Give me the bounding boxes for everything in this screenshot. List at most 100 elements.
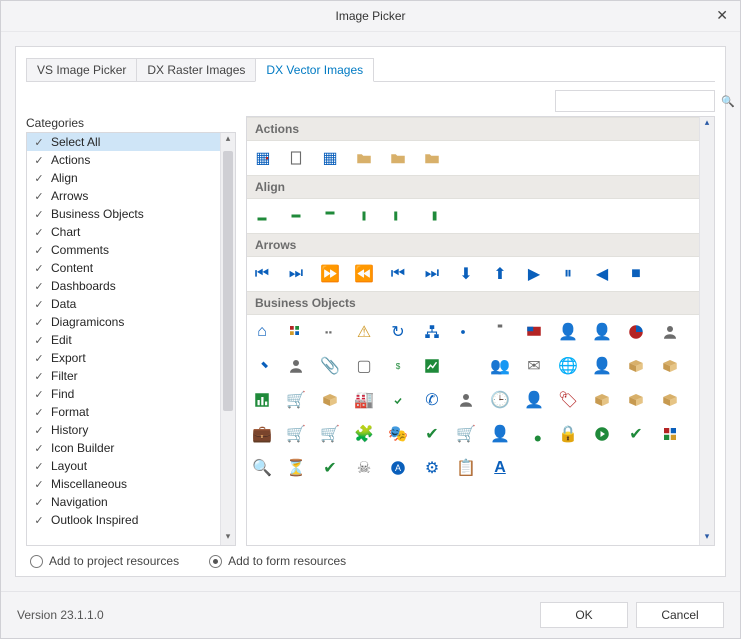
gallery-scrollbar[interactable]: ▴ ▾ [699, 117, 714, 545]
category-item[interactable]: ✓History [27, 421, 221, 439]
close-button[interactable]: ✕ [716, 7, 728, 24]
edit-note-icon[interactable] [251, 355, 273, 377]
category-item[interactable]: ✓Chart [27, 223, 221, 241]
pie-icon[interactable] [625, 321, 647, 343]
home-icon[interactable]: ⌂ [251, 321, 273, 343]
mail-icon[interactable]: ✉ [523, 355, 545, 377]
clipboard-icon[interactable] [489, 321, 511, 343]
tab-dx-vector-images[interactable]: DX Vector Images [255, 58, 374, 82]
align-middle-icon[interactable] [285, 205, 307, 227]
user-gold-icon[interactable]: 👤 [523, 389, 545, 411]
tab-dx-raster-images[interactable]: DX Raster Images [136, 58, 256, 81]
phone-icon[interactable]: ✆ [421, 389, 443, 411]
folder-add-icon[interactable] [387, 147, 409, 169]
chart-up-icon[interactable] [421, 355, 443, 377]
category-item[interactable]: ✓Data [27, 295, 221, 313]
globe-check-icon[interactable]: ✔ [421, 423, 443, 445]
play-circle-icon[interactable] [591, 423, 613, 445]
search-box[interactable]: 🔍 [555, 90, 715, 112]
scroll-up-icon[interactable]: ▴ [221, 133, 235, 147]
category-item[interactable]: ✓Arrows [27, 187, 221, 205]
pause-icon[interactable]: ⏸ [557, 263, 579, 285]
grid-RGB-icon[interactable] [659, 423, 681, 445]
warning-icon[interactable]: ⚠ [353, 321, 375, 343]
mask-icon[interactable]: 🎭 [387, 423, 409, 445]
briefcase-icon[interactable]: 💼 [251, 423, 273, 445]
category-item[interactable]: ✓Outlook Inspired [27, 511, 221, 529]
category-item[interactable]: ✓Layout [27, 457, 221, 475]
search-icon[interactable]: 🔍 [721, 95, 735, 108]
funnel-icon[interactable]: ⏳ [285, 457, 307, 479]
clipboard-lines-icon[interactable] [455, 355, 477, 377]
category-item[interactable]: ✓Diagramicons [27, 313, 221, 331]
grid-colors-icon[interactable] [285, 321, 307, 343]
clipboard-tick-icon[interactable]: 📋 [455, 457, 477, 479]
cart-ok-icon[interactable]: 🛒 [455, 423, 477, 445]
grid-icon[interactable]: ▦ [319, 147, 341, 169]
search-input[interactable] [562, 93, 721, 109]
money-icon[interactable]: $ [387, 355, 409, 377]
folder-open-icon[interactable] [353, 147, 375, 169]
group-header[interactable]: Arrows [247, 233, 700, 257]
category-item[interactable]: ✓Comments [27, 241, 221, 259]
category-item[interactable]: ✓Find [27, 385, 221, 403]
tag-icon[interactable]: 🏷 [557, 389, 579, 411]
category-item[interactable]: ✓Export [27, 349, 221, 367]
category-item[interactable]: ✓Content [27, 259, 221, 277]
scroll-down-icon[interactable]: ▾ [221, 531, 235, 545]
user-info-icon[interactable]: 👤 [591, 355, 613, 377]
folder-icon[interactable]: ▢ [353, 355, 375, 377]
category-item[interactable]: ✓Business Objects [27, 205, 221, 223]
skip-first-icon[interactable]: ⏮ [251, 263, 273, 285]
folder-up-icon[interactable] [421, 147, 443, 169]
align-stripe-icon[interactable] [387, 205, 409, 227]
lock-icon[interactable]: 🔒 [557, 423, 579, 445]
align-bottom-icon[interactable] [251, 205, 273, 227]
arrow-down-icon[interactable]: ⬇ [455, 263, 477, 285]
ok-button[interactable]: OK [540, 602, 628, 628]
box-alt-icon[interactable] [591, 389, 613, 411]
stop-icon[interactable]: ■ [625, 263, 647, 285]
flag-us-icon[interactable] [523, 321, 545, 343]
cart-check-icon[interactable]: 🛒 [285, 423, 307, 445]
cart-dark-icon[interactable]: 🛒 [319, 423, 341, 445]
text-a-icon[interactable]: A [489, 457, 511, 479]
box-open-icon[interactable] [659, 355, 681, 377]
calendar-icon[interactable] [319, 321, 341, 343]
factory-icon[interactable]: 🏭 [353, 389, 375, 411]
clipboard-check-icon[interactable] [387, 389, 409, 411]
category-item[interactable]: ✓Navigation [27, 493, 221, 511]
user-dark-icon[interactable] [455, 389, 477, 411]
user-gold2-icon[interactable]: 👤 [489, 423, 511, 445]
category-item[interactable]: ✓Filter [27, 367, 221, 385]
globe-icon[interactable]: 🌐 [557, 355, 579, 377]
user-icon[interactable] [659, 321, 681, 343]
box-remove-icon[interactable] [659, 389, 681, 411]
doc-check-icon[interactable] [523, 423, 545, 445]
align-center-v-icon[interactable] [353, 205, 375, 227]
user-check-icon[interactable]: 👤 [557, 321, 579, 343]
category-item[interactable]: ✓Align [27, 169, 221, 187]
page-new-icon[interactable] [285, 147, 307, 169]
id-card-icon[interactable] [455, 321, 477, 343]
group-header[interactable]: Business Objects [247, 291, 700, 315]
triangle-left-icon[interactable]: ◀ [591, 263, 613, 285]
note-ok-icon[interactable]: ✔ [319, 457, 341, 479]
org-chart-icon[interactable] [421, 321, 443, 343]
align-top-icon[interactable] [319, 205, 341, 227]
history-icon[interactable]: ↻ [387, 321, 409, 343]
category-item[interactable]: ✓Miscellaneous [27, 475, 221, 493]
letter-a-icon[interactable]: A [387, 457, 409, 479]
puzzle-icon[interactable]: 🧩 [353, 423, 375, 445]
category-item[interactable]: ✓Actions [27, 151, 221, 169]
category-item[interactable]: ✓Select All [27, 133, 221, 151]
skull-icon[interactable]: ☠ [353, 457, 375, 479]
radio-add-to-form[interactable]: Add to form resources [209, 554, 346, 568]
clipboard-ok-icon[interactable]: ✔ [625, 423, 647, 445]
cart-icon[interactable]: 🛒 [285, 389, 307, 411]
clock-icon[interactable]: 🕒 [489, 389, 511, 411]
radio-add-to-project[interactable]: Add to project resources [30, 554, 179, 568]
categories-list[interactable]: ✓Select All✓Actions✓Align✓Arrows✓Busines… [27, 133, 221, 545]
arrow-up-icon[interactable]: ⬆ [489, 263, 511, 285]
skip-last-icon[interactable]: ⏭ [285, 263, 307, 285]
